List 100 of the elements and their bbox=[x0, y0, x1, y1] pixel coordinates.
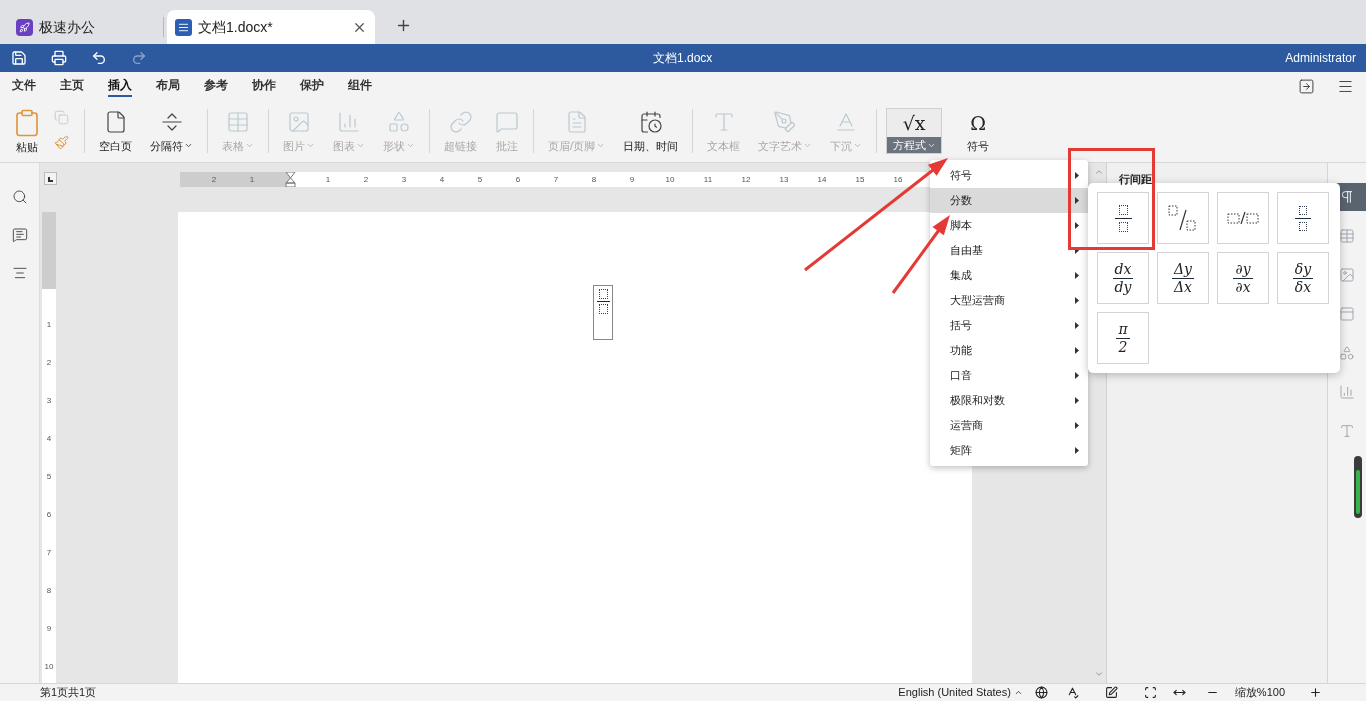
user-name: Administrator bbox=[1285, 50, 1357, 67]
app-logo-icon bbox=[16, 18, 33, 36]
linear-fraction-icon bbox=[1227, 211, 1259, 225]
menu-tab[interactable]: 协作 bbox=[240, 72, 288, 100]
menu-tab[interactable]: 布局 bbox=[144, 72, 192, 100]
header-icon bbox=[1339, 306, 1355, 322]
table-icon bbox=[1339, 228, 1355, 244]
image-icon bbox=[287, 109, 311, 134]
menu-tab[interactable]: 插入 bbox=[96, 72, 144, 100]
search-icon[interactable] bbox=[11, 189, 28, 205]
numerator: Δy bbox=[1172, 260, 1194, 279]
ribbon-button[interactable]: 分隔符 bbox=[145, 109, 198, 153]
menu-item[interactable]: 括号 bbox=[930, 313, 1088, 338]
submenu-arrow-icon bbox=[1075, 222, 1079, 229]
fraction-template[interactable]: π 2 bbox=[1097, 312, 1149, 364]
globe-icon[interactable] bbox=[1034, 686, 1048, 699]
paste-button[interactable]: 粘贴 bbox=[12, 108, 42, 154]
skewed-fraction-icon bbox=[1168, 204, 1198, 232]
chart-icon bbox=[1339, 384, 1355, 400]
print-icon[interactable] bbox=[51, 50, 67, 66]
panel-heading: 行间距 bbox=[1119, 173, 1152, 185]
ruler-number: 2 bbox=[210, 173, 218, 186]
menu-item[interactable]: 极限和对数 bbox=[930, 388, 1088, 413]
ruler-number: 4 bbox=[46, 433, 52, 445]
ruler-number: 4 bbox=[438, 173, 446, 186]
comment-icon[interactable] bbox=[11, 227, 28, 243]
submenu-arrow-icon bbox=[1075, 422, 1079, 429]
fraction-template[interactable]: δy δx bbox=[1277, 252, 1329, 304]
scroll-indicator-drawing bbox=[1354, 456, 1362, 518]
numerator: π bbox=[1116, 320, 1130, 339]
ribbon-button[interactable]: 空白页 bbox=[94, 109, 137, 153]
menu-item[interactable]: 脚本 bbox=[930, 213, 1088, 238]
ruler-number: 6 bbox=[46, 509, 52, 521]
tab-stop-selector[interactable] bbox=[44, 172, 57, 185]
edit-icon[interactable] bbox=[1104, 686, 1118, 699]
denominator: δx bbox=[1293, 278, 1313, 296]
outline-icon[interactable] bbox=[11, 265, 28, 281]
menu-item[interactable]: 自由基 bbox=[930, 238, 1088, 263]
numerator: dx bbox=[1112, 260, 1134, 279]
language-selector[interactable]: English (United States) bbox=[898, 684, 1023, 701]
equation-placeholder[interactable] bbox=[593, 285, 613, 340]
new-tab-icon[interactable] bbox=[395, 17, 412, 34]
fraction-template[interactable] bbox=[1217, 192, 1269, 244]
menu-tab[interactable]: 组件 bbox=[336, 72, 384, 100]
caret-icon bbox=[245, 141, 254, 150]
undo-icon[interactable] bbox=[91, 50, 107, 66]
menu-item[interactable]: 功能 bbox=[930, 338, 1088, 363]
caret-icon bbox=[853, 141, 863, 150]
menu-tab[interactable]: 主页 bbox=[48, 72, 96, 100]
menu-item[interactable]: 符号 bbox=[930, 163, 1088, 188]
placeholder-box bbox=[1299, 205, 1307, 215]
window-tab[interactable]: 文档1.docx* bbox=[167, 10, 375, 44]
submenu-arrow-icon bbox=[1075, 247, 1079, 254]
zoom-in-icon[interactable] bbox=[1309, 686, 1322, 699]
denominator: dy bbox=[1113, 278, 1133, 296]
ribbon-button[interactable]: 日期、时间 bbox=[618, 109, 684, 153]
ruler-number: 8 bbox=[590, 173, 598, 186]
fit-page-icon[interactable] bbox=[1143, 686, 1157, 699]
submenu-arrow-icon bbox=[1075, 172, 1079, 179]
menu-item[interactable]: 运营商 bbox=[930, 413, 1088, 438]
page-count: 第1页共1页 bbox=[39, 685, 97, 701]
menu-tab[interactable]: 参考 bbox=[192, 72, 240, 100]
placeholder-box bbox=[1118, 221, 1128, 232]
fraction-template[interactable] bbox=[1157, 192, 1209, 244]
submenu-arrow-icon bbox=[1075, 272, 1079, 279]
pilcrow-icon bbox=[1339, 189, 1355, 205]
submenu-arrow-icon bbox=[1075, 347, 1079, 354]
menu-item[interactable]: 集成 bbox=[930, 263, 1088, 288]
ruler-number: 11 bbox=[702, 173, 714, 186]
submenu-arrow-icon bbox=[1075, 397, 1079, 404]
denominator: ∂x bbox=[1234, 278, 1252, 296]
caret-icon bbox=[356, 141, 365, 150]
window-tab[interactable]: 极速办公 bbox=[8, 10, 160, 44]
numerator: ∂y bbox=[1233, 260, 1253, 279]
ruler-number: 3 bbox=[46, 395, 52, 407]
ruler-number: 10 bbox=[664, 173, 676, 186]
caret-icon bbox=[803, 141, 813, 150]
export-icon[interactable] bbox=[1298, 77, 1315, 95]
symbol-button[interactable]: Ω 符号 bbox=[950, 108, 1007, 154]
menu-item[interactable]: 口音 bbox=[930, 363, 1088, 388]
menu-tab[interactable]: 保护 bbox=[288, 72, 336, 100]
indent-marker-icon[interactable] bbox=[284, 172, 296, 187]
fraction-template[interactable]: ∂y ∂x bbox=[1217, 252, 1269, 304]
caret-icon bbox=[184, 141, 193, 150]
equation-button[interactable]: √x 方程式 bbox=[886, 108, 943, 154]
fraction-template[interactable]: dx dy bbox=[1097, 252, 1149, 304]
menu-tab[interactable]: 文件 bbox=[0, 72, 48, 100]
submenu-arrow-icon bbox=[1075, 372, 1079, 379]
placeholder-box bbox=[598, 304, 608, 314]
submenu-arrow-icon bbox=[1075, 322, 1079, 329]
menu-item[interactable]: 矩阵 bbox=[930, 438, 1088, 463]
text-style-icon bbox=[1339, 423, 1355, 439]
ruler-number: 9 bbox=[46, 623, 52, 635]
menu-item[interactable]: 分数 bbox=[930, 188, 1088, 213]
menu-item[interactable]: 大型运营商 bbox=[930, 288, 1088, 313]
ruler-number: 6 bbox=[514, 173, 522, 186]
link-icon bbox=[448, 109, 473, 134]
save-icon[interactable] bbox=[11, 50, 27, 66]
fraction-template[interactable]: Δy Δx bbox=[1157, 252, 1209, 304]
ruler-number: 13 bbox=[778, 173, 790, 186]
